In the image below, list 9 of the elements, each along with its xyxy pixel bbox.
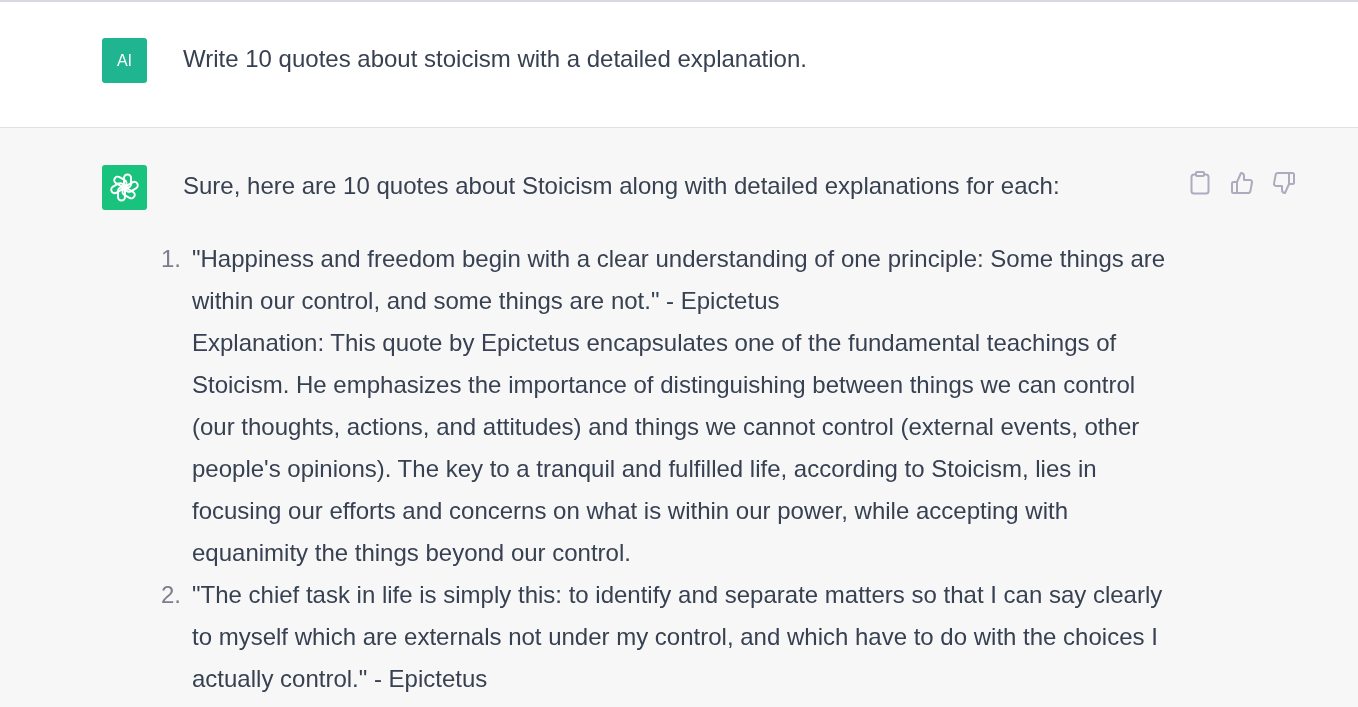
quote-text: "The chief task in life is simply this: to identify and separate matters so that I can say clearly to myself which are externals not under my control, and which have to do with the choices I actually control." - Epictetus: [192, 580, 1164, 694]
list-number: 1.: [160, 244, 181, 274]
knot-logo-icon: [102, 165, 147, 210]
quote-text: "Happiness and freedom begin with a clear understanding of one principle: Some things are within our control, and some things are not." - Epictetus: [192, 244, 1167, 316]
explanation-text: Explanation: This quote by Epictetus encapsulates one of the fundamental teachings of Stoicism. He emphasizes the importance of distinguishing between things we can control (our thoughts, actions, and attitudes) and things we cannot control (external events, other people's opinions). The key to a tranquil and fulfilled life, according to Stoicism, lies in focusing our efforts and concerns on what is within our power, while accepting with equanimity the things beyond our control.: [192, 328, 1141, 568]
response-intro: Sure, here are 10 quotes about Stoicism along with detailed explanations for each:: [183, 171, 1060, 201]
list-number: 2.: [160, 580, 181, 610]
prompt-text: Write 10 quotes about stoicism with a detailed explanation.: [183, 44, 807, 74]
user-avatar: AI: [102, 38, 147, 83]
